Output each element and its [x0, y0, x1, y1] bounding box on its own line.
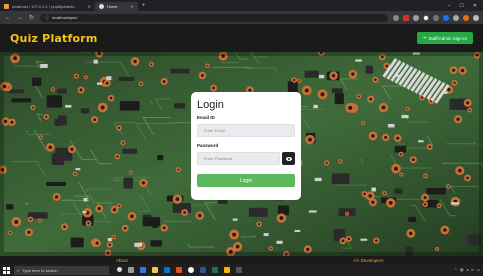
extensions-area	[393, 14, 479, 21]
taskbar-search[interactable]: ⌕ Type here to search	[14, 265, 109, 275]
taskbar-apps	[117, 267, 242, 273]
code-icon: </>	[353, 257, 360, 263]
system-tray: ⌃ ▤ ◂ ▪▪ ▭	[454, 268, 480, 272]
tray-chevron-icon[interactable]: ⌃	[454, 268, 457, 272]
minimize-icon[interactable]: –	[448, 3, 451, 9]
staff-admin-signin-button[interactable]: ⇥ Staff/Admin Sign-In	[416, 32, 473, 44]
word-icon[interactable]	[200, 267, 206, 273]
search-icon: ⌕	[17, 267, 20, 273]
profile-avatar-icon[interactable]	[463, 14, 469, 21]
app-icon[interactable]	[176, 267, 182, 273]
clock[interactable]: ▪▪	[471, 268, 473, 272]
reload-icon[interactable]: ↻	[28, 14, 35, 21]
signin-icon: ⇥	[422, 35, 427, 40]
extension-icon[interactable]	[403, 14, 409, 21]
new-tab-button[interactable]: +	[138, 3, 150, 9]
globe-favicon-icon	[98, 4, 104, 9]
extension-icon[interactable]	[393, 14, 399, 21]
login-button[interactable]: Login	[197, 174, 295, 187]
chrome-icon[interactable]	[188, 267, 194, 273]
extension-icon[interactable]	[433, 14, 439, 21]
url-field[interactable]: ⓘ localhost/quiz/	[40, 13, 388, 22]
task-view-icon[interactable]	[128, 267, 134, 273]
login-title: Login	[197, 99, 224, 111]
taskbar-search-placeholder: Type here to search	[22, 267, 58, 273]
phpmyadmin-favicon-icon	[4, 4, 9, 9]
site-brand[interactable]: Quiz Platform	[10, 32, 98, 45]
developers-label: Developers	[360, 257, 384, 263]
email-field[interactable]: Enter Email	[197, 124, 295, 137]
site-info-icon[interactable]: ⓘ	[45, 15, 49, 21]
url-text: localhost/quiz/	[52, 15, 78, 20]
maximize-icon[interactable]: ☐	[459, 3, 463, 9]
extension-icon[interactable]	[443, 14, 449, 21]
os-taskbar: ⌕ Type here to search ⌃ ▤ ◂ ▪▪ ▭	[0, 264, 483, 276]
cortana-icon[interactable]	[117, 267, 122, 272]
browser-tab-home[interactable]: Home ✕	[94, 2, 138, 11]
password-label: Password	[197, 143, 219, 148]
window-controls: – ☐ ✕	[448, 3, 483, 9]
show-password-eye-icon[interactable]	[282, 152, 295, 165]
extension-icon[interactable]	[453, 14, 459, 21]
edge-icon[interactable]	[140, 267, 146, 273]
about-link[interactable]: About	[116, 258, 128, 263]
notification-icon[interactable]: ▭	[477, 268, 480, 272]
back-icon[interactable]: ←	[4, 15, 11, 21]
login-card: Login Email ID Enter Email Password Ente…	[191, 92, 301, 200]
app-icon[interactable]	[236, 267, 242, 273]
xampp-icon[interactable]	[224, 267, 230, 273]
password-field[interactable]: Enter Password	[197, 152, 280, 165]
network-icon[interactable]: ▤	[460, 268, 463, 272]
site-footer: About </> Developers	[0, 256, 483, 264]
site-navbar: Quiz Platform ⇥ Staff/Admin Sign-In	[0, 24, 483, 52]
close-window-icon[interactable]: ✕	[473, 3, 477, 9]
browser-tab-bar: localhost / 127.0.0.1 / phpMyAdmin ✕ Hom…	[0, 0, 483, 11]
developers-link[interactable]: </> Developers	[353, 258, 384, 263]
extension-icon[interactable]	[423, 14, 429, 21]
password-row: Enter Password	[197, 152, 295, 165]
signin-label: Staff/Admin Sign-In	[428, 35, 467, 41]
forward-icon[interactable]: →	[16, 15, 23, 21]
store-icon[interactable]	[164, 267, 170, 273]
menu-icon[interactable]	[473, 14, 479, 21]
excel-icon[interactable]	[212, 267, 218, 273]
email-label: Email ID	[197, 115, 215, 120]
extension-icon[interactable]	[413, 14, 419, 21]
volume-icon[interactable]: ◂	[466, 268, 468, 272]
windows-start-icon[interactable]	[3, 266, 10, 274]
tab-label: localhost / 127.0.0.1 / phpMyAdmin	[12, 4, 75, 9]
tab-label: Home	[106, 4, 118, 9]
file-explorer-icon[interactable]	[152, 267, 158, 273]
browser-address-bar: ← → ↻ ⓘ localhost/quiz/	[0, 11, 483, 24]
close-tab-icon[interactable]: ✕	[87, 4, 90, 9]
browser-tab-phpmyadmin[interactable]: localhost / 127.0.0.1 / phpMyAdmin ✕	[0, 2, 95, 11]
close-tab-icon[interactable]: ✕	[131, 4, 134, 9]
